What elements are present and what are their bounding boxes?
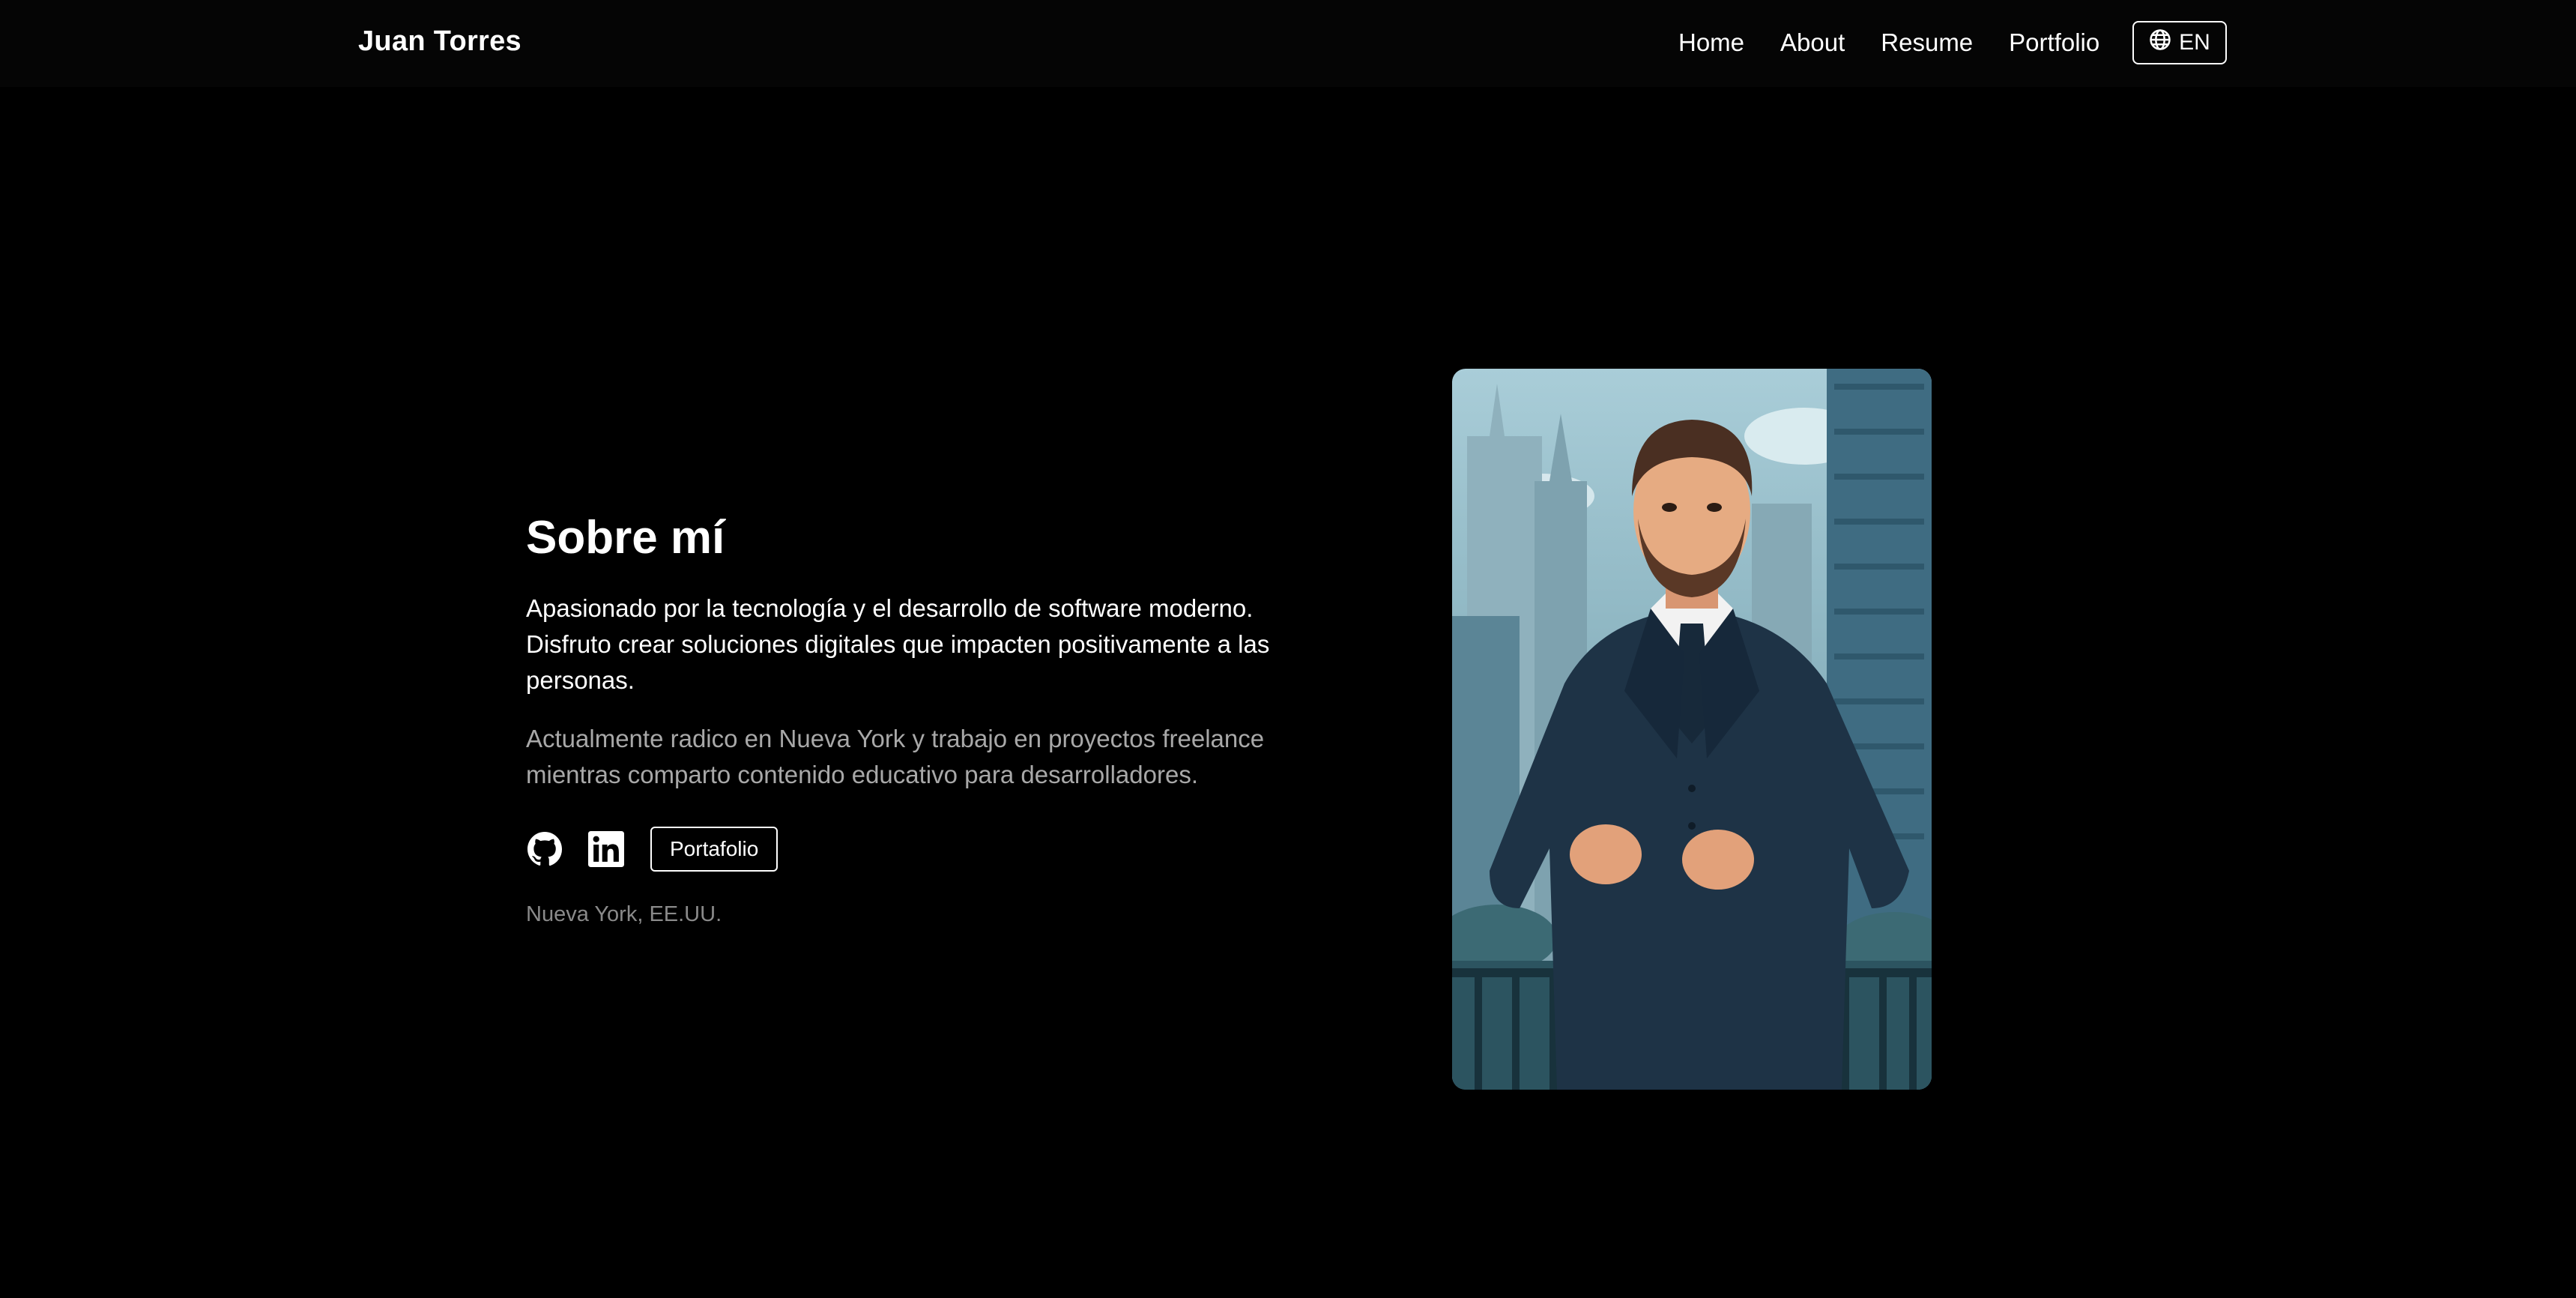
brand-name[interactable]: Juan Torres — [358, 25, 521, 58]
nav-link-about[interactable]: About — [1780, 28, 1845, 57]
about-paragraph-2: Actualmente radico en Nueva York y traba… — [526, 725, 1265, 789]
location-text: Nueva York, EE.UU. — [526, 902, 722, 927]
top-navbar: Juan Torres Home About Resume Portfolio … — [0, 0, 2576, 87]
about-paragraph-1: Apasionado por la tecnología y el desarr… — [526, 594, 1270, 695]
language-button[interactable]: EN — [2132, 21, 2227, 64]
github-icon[interactable] — [526, 830, 563, 868]
nav-link-resume[interactable]: Resume — [1881, 28, 1973, 57]
globe-icon — [2149, 28, 2171, 57]
nav-link-home[interactable]: Home — [1678, 28, 1744, 57]
nav-link-portfolio[interactable]: Portfolio — [2009, 28, 2099, 57]
portrait-illustration — [1452, 369, 1932, 1090]
about-section: Sobre mí Apasionado por la tecnología y … — [526, 512, 1305, 927]
social-actions: Portafolio — [526, 826, 1305, 872]
portfolio-button[interactable]: Portafolio — [650, 827, 778, 872]
about-title: Sobre mí — [526, 512, 725, 564]
nav-links: Home About Resume Portfolio — [1678, 28, 2135, 57]
linkedin-icon[interactable] — [587, 830, 625, 868]
language-label: EN — [2179, 30, 2210, 55]
